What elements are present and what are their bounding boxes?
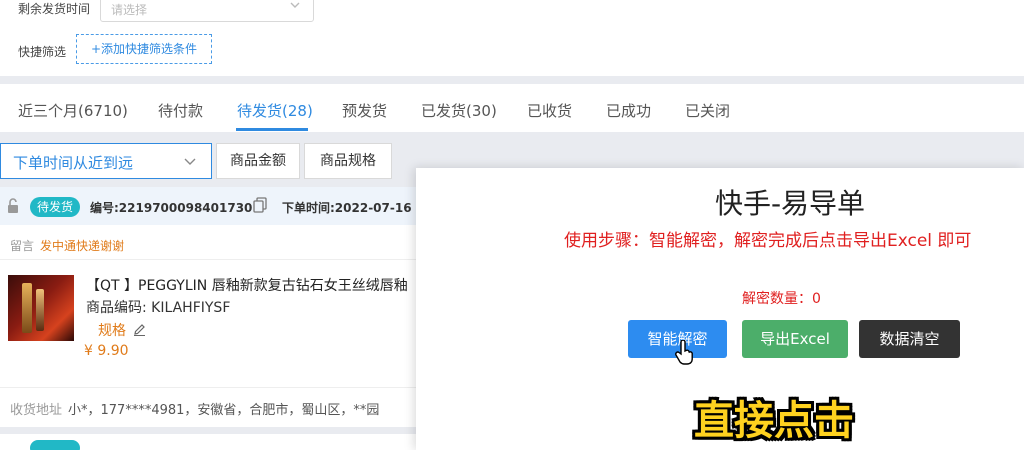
sort-by-amount-button[interactable]: 商品金额	[216, 143, 300, 179]
panel-title: 快手-易导单	[714, 187, 866, 220]
status-badge	[30, 440, 80, 450]
clear-data-button[interactable]: 数据清空	[859, 320, 960, 358]
video-caption: 直接点击	[694, 398, 854, 444]
tab-pending-payment[interactable]: 待付款	[158, 100, 203, 121]
ship-time-select[interactable]: 请选择	[100, 0, 314, 22]
spec-label-text: 规格	[98, 323, 126, 339]
copy-icon[interactable]	[252, 197, 268, 213]
tab-pre-shipment[interactable]: 预发货	[342, 100, 387, 121]
order-header: 待发货 编号:2219700098401730 下单时间:2022-07-16	[0, 187, 416, 225]
order-tabs: 近三个月(6710) 待付款 待发货(28) 预发货 已发货(30) 已收货 已…	[0, 84, 1024, 132]
tab-received[interactable]: 已收货	[527, 100, 572, 121]
order-time: 下单时间:2022-07-16	[282, 201, 412, 215]
sort-order-select[interactable]: 下单时间从近到远	[0, 143, 212, 179]
add-quick-filter-button[interactable]: +添加快捷筛选条件	[76, 34, 212, 64]
lipstick-shape	[36, 289, 44, 331]
hand-cursor-icon	[675, 340, 693, 365]
product-code: 商品编码: KILAHFIYSF	[86, 300, 231, 316]
export-excel-button[interactable]: 导出Excel	[742, 320, 848, 358]
order-number: 编号:2219700098401730	[90, 201, 253, 215]
address-text: 小*，177****4981，安徽省，合肥市，蜀山区，**园	[68, 403, 380, 418]
order-card: 待发货 编号:2219700098401730 下单时间:2022-07-16 …	[0, 187, 416, 427]
lock-icon[interactable]	[6, 198, 20, 214]
tab-completed[interactable]: 已成功	[606, 100, 651, 121]
remark-label: 留言	[10, 239, 35, 253]
export-tool-panel: 快手-易导单 使用步骤：智能解密，解密完成后点击导出Excel 即可 解密数量：…	[416, 168, 1024, 450]
ship-time-placeholder: 请选择	[111, 3, 148, 17]
filter-panel: 剩余发货时间 请选择 快捷筛选 +添加快捷筛选条件	[0, 0, 1024, 76]
product-price: ¥ 9.90	[84, 343, 129, 359]
usage-steps: 使用步骤：智能解密，解密完成后点击导出Excel 即可	[564, 231, 972, 251]
tab-shipped[interactable]: 已发货(30)	[421, 100, 497, 121]
pencil-icon[interactable]	[133, 323, 146, 336]
product-image[interactable]	[8, 275, 74, 341]
status-badge: 待发货	[30, 197, 80, 217]
divider	[0, 387, 416, 388]
chevron-down-icon	[290, 2, 300, 8]
address-label: 收货地址	[10, 403, 63, 418]
divider	[0, 259, 416, 260]
lipstick-shape	[22, 283, 32, 333]
spec-label[interactable]: 规格	[98, 320, 146, 340]
tab-pending-shipment[interactable]: 待发货(28)	[237, 100, 313, 121]
tab-closed[interactable]: 已关闭	[685, 100, 730, 121]
sort-selected-value: 下单时间从近到远	[13, 154, 134, 172]
tab-recent-three-months[interactable]: 近三个月(6710)	[18, 100, 128, 121]
remark-text: 发中通快递谢谢	[40, 239, 125, 253]
ship-time-label: 剩余发货时间	[18, 2, 91, 16]
quick-filter-label: 快捷筛选	[18, 45, 67, 59]
product-title[interactable]: 【QT 】PEGGYLIN 唇釉新款复古钻石女王丝绒唇釉	[86, 275, 416, 295]
next-order-card	[0, 434, 416, 450]
active-tab-indicator	[236, 128, 308, 131]
sort-by-spec-button[interactable]: 商品规格	[304, 143, 392, 179]
decrypt-count: 解密数量：0	[742, 291, 821, 307]
chevron-down-icon	[184, 158, 196, 165]
